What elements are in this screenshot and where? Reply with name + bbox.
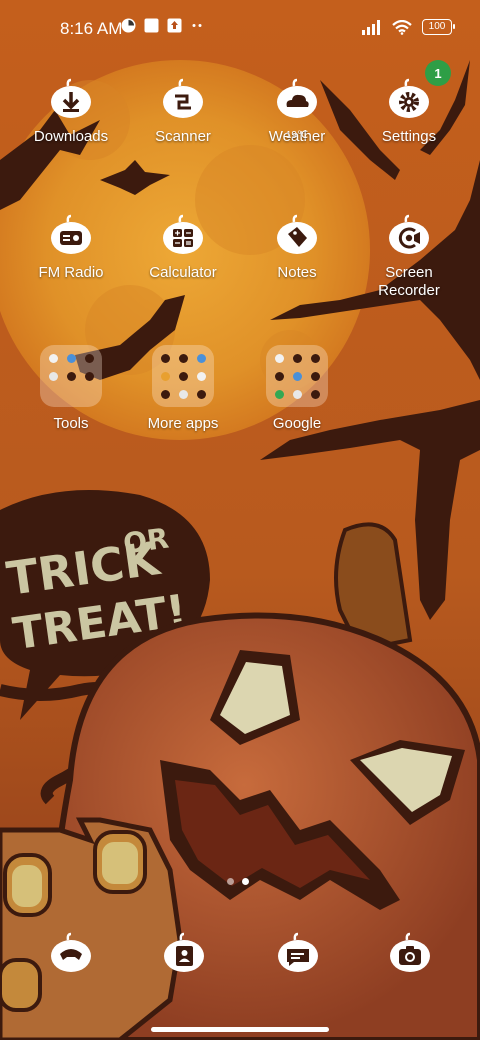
folder-label-google: Google	[272, 415, 322, 432]
app-scanner[interactable]: Scanner	[128, 78, 238, 146]
or-text: OR	[121, 521, 171, 560]
app-label-screen-recorder: Screen Recorder	[378, 264, 440, 299]
contacts-icon[interactable]	[162, 932, 206, 976]
signal-icon	[362, 19, 380, 35]
screen-recorder-icon	[389, 214, 429, 254]
settings-notification-badge: 1	[425, 60, 451, 86]
status-right-icons: 100	[362, 19, 455, 35]
wifi-icon	[392, 19, 412, 35]
home-indicator-bar[interactable]	[151, 1027, 329, 1032]
folder-google[interactable]: Google	[242, 345, 352, 433]
battery-icon: 100	[422, 19, 455, 35]
folder-more-apps[interactable]: More apps	[128, 345, 238, 433]
battery-level: 100	[428, 21, 446, 32]
phone-icon[interactable]	[49, 932, 93, 976]
app-label-settings: Settings	[381, 128, 437, 145]
gear-icon	[389, 78, 429, 118]
app-label-notes: Notes	[277, 264, 317, 281]
folder-more-apps-preview	[152, 345, 214, 407]
page-indicator	[227, 878, 249, 885]
page-dot-2[interactable]	[242, 878, 249, 885]
app-notes[interactable]: Notes	[242, 214, 352, 282]
download-icon	[51, 78, 91, 118]
app-notification-icon	[121, 18, 136, 33]
status-left-icons	[121, 18, 204, 33]
folder-label-tools: Tools	[53, 415, 89, 432]
messages-icon[interactable]	[276, 932, 320, 976]
weather-temperature: 19℃	[285, 130, 309, 141]
app-fm-radio[interactable]: FM Radio	[16, 214, 126, 282]
app-label-scanner: Scanner	[155, 128, 211, 145]
more-dots-icon	[192, 24, 202, 27]
folder-label-more-apps: More apps	[147, 415, 219, 432]
app-downloads[interactable]: Downloads	[16, 78, 126, 146]
page-dot-1[interactable]	[227, 878, 234, 885]
status-bar: 8:16 AM 100	[0, 0, 480, 56]
app-weather[interactable]: 19℃ Weather	[242, 78, 352, 146]
folder-tools-preview	[40, 345, 102, 407]
app-calculator[interactable]: Calculator	[128, 214, 238, 282]
app-settings[interactable]: Settings	[354, 78, 464, 146]
cloud-icon	[277, 78, 317, 118]
status-time: 8:16 AM	[60, 19, 123, 38]
notes-icon	[277, 214, 317, 254]
calculator-icon	[163, 214, 203, 254]
app-label-calculator: Calculator	[149, 264, 217, 281]
folder-tools[interactable]: Tools	[16, 345, 126, 433]
app-label-downloads: Downloads	[33, 128, 109, 145]
white-square-icon	[144, 18, 159, 33]
app-screen-recorder[interactable]: Screen Recorder	[354, 214, 464, 300]
folder-google-preview	[266, 345, 328, 407]
radio-icon	[51, 214, 91, 254]
camera-icon[interactable]	[388, 932, 432, 976]
upload-icon	[167, 18, 182, 33]
scanner-icon	[163, 78, 203, 118]
app-label-fm-radio: FM Radio	[38, 264, 104, 281]
